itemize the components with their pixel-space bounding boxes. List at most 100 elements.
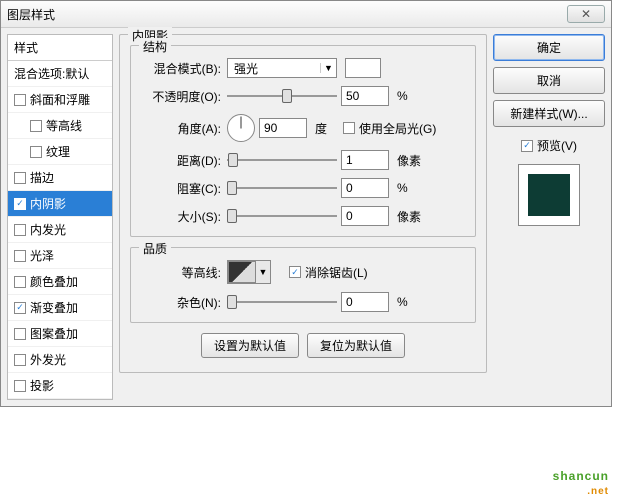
quality-title: 品质 — [139, 240, 171, 257]
style-item-label: 渐变叠加 — [30, 299, 78, 316]
style-item-7[interactable]: 颜色叠加 — [8, 269, 112, 295]
opacity-label: 不透明度(O): — [139, 88, 223, 105]
style-item-2[interactable]: 纹理 — [8, 139, 112, 165]
content-area: 样式 混合选项:默认 斜面和浮雕等高线纹理描边内阴影内发光光泽颜色叠加渐变叠加图… — [1, 28, 611, 406]
settings-panel: 内阴影 结构 混合模式(B): 强光 ▼ 不透明度(O): — [119, 34, 487, 400]
watermark: shancun.net — [553, 456, 609, 497]
preview-swatch — [528, 174, 570, 216]
angle-dial[interactable] — [227, 114, 255, 142]
blend-mode-select[interactable]: 强光 ▼ — [227, 58, 337, 78]
layer-style-dialog: 图层样式 ✕ 样式 混合选项:默认 斜面和浮雕等高线纹理描边内阴影内发光光泽颜色… — [0, 0, 612, 407]
chevron-down-icon: ▼ — [256, 261, 270, 283]
antialias-checkbox[interactable] — [289, 266, 301, 278]
choke-unit: % — [397, 181, 408, 195]
antialias-label: 消除锯齿(L) — [305, 264, 368, 281]
style-item-checkbox[interactable] — [14, 172, 26, 184]
style-item-4[interactable]: 内阴影 — [8, 191, 112, 217]
size-unit: 像素 — [397, 208, 421, 225]
noise-unit: % — [397, 295, 408, 309]
blend-options-label: 混合选项:默认 — [14, 65, 89, 82]
blend-mode-value: 强光 — [228, 60, 320, 77]
new-style-button[interactable]: 新建样式(W)... — [493, 100, 605, 127]
action-panel: 确定 取消 新建样式(W)... 预览(V) — [493, 34, 605, 400]
choke-label: 阻塞(C): — [139, 180, 223, 197]
style-item-11[interactable]: 投影 — [8, 373, 112, 399]
close-icon: ✕ — [581, 7, 591, 21]
style-item-1[interactable]: 等高线 — [8, 113, 112, 139]
choke-input[interactable]: 0 — [341, 178, 389, 198]
opacity-unit: % — [397, 89, 408, 103]
blend-mode-label: 混合模式(B): — [139, 60, 223, 77]
style-item-label: 图案叠加 — [30, 325, 78, 342]
global-light-checkbox[interactable] — [343, 122, 355, 134]
global-light-label: 使用全局光(G) — [359, 120, 436, 137]
choke-slider[interactable] — [227, 181, 337, 195]
close-button[interactable]: ✕ — [567, 5, 605, 23]
style-item-label: 纹理 — [46, 143, 70, 160]
distance-input[interactable]: 1 — [341, 150, 389, 170]
style-item-label: 投影 — [30, 377, 54, 394]
cancel-button[interactable]: 取消 — [493, 67, 605, 94]
chevron-down-icon: ▼ — [320, 63, 336, 73]
contour-picker[interactable]: ▼ — [227, 260, 271, 284]
style-item-label: 外发光 — [30, 351, 66, 368]
preview-label: 预览(V) — [537, 137, 577, 154]
style-list-panel: 样式 混合选项:默认 斜面和浮雕等高线纹理描边内阴影内发光光泽颜色叠加渐变叠加图… — [7, 34, 113, 400]
noise-label: 杂色(N): — [139, 294, 223, 311]
style-item-label: 颜色叠加 — [30, 273, 78, 290]
style-item-checkbox[interactable] — [14, 302, 26, 314]
set-default-button[interactable]: 设置为默认值 — [201, 333, 299, 358]
angle-input[interactable]: 90 — [259, 118, 307, 138]
size-input[interactable]: 0 — [341, 206, 389, 226]
style-item-label: 内发光 — [30, 221, 66, 238]
style-item-checkbox[interactable] — [14, 94, 26, 106]
style-item-8[interactable]: 渐变叠加 — [8, 295, 112, 321]
structure-title: 结构 — [139, 38, 171, 55]
style-item-checkbox[interactable] — [14, 354, 26, 366]
structure-group: 结构 混合模式(B): 强光 ▼ 不透明度(O): 50 % — [130, 45, 476, 237]
style-item-checkbox[interactable] — [30, 120, 42, 132]
style-item-label: 描边 — [30, 169, 54, 186]
noise-slider[interactable] — [227, 295, 337, 309]
preview-thumbnail — [518, 164, 580, 226]
reset-default-button[interactable]: 复位为默认值 — [307, 333, 405, 358]
inner-shadow-group: 内阴影 结构 混合模式(B): 强光 ▼ 不透明度(O): — [119, 34, 487, 373]
style-item-checkbox[interactable] — [30, 146, 42, 158]
size-label: 大小(S): — [139, 208, 223, 225]
window-title: 图层样式 — [7, 6, 55, 23]
contour-label: 等高线: — [139, 264, 223, 281]
distance-unit: 像素 — [397, 152, 421, 169]
contour-icon — [228, 261, 256, 283]
size-slider[interactable] — [227, 209, 337, 223]
style-item-3[interactable]: 描边 — [8, 165, 112, 191]
opacity-slider[interactable] — [227, 89, 337, 103]
style-item-checkbox[interactable] — [14, 224, 26, 236]
angle-label: 角度(A): — [139, 120, 223, 137]
quality-group: 品质 等高线: ▼ 消除锯齿(L) 杂色(N): — [130, 247, 476, 323]
style-item-label: 等高线 — [46, 117, 82, 134]
blend-options-item[interactable]: 混合选项:默认 — [8, 61, 112, 87]
style-list-header: 样式 — [8, 35, 112, 61]
titlebar: 图层样式 ✕ — [1, 1, 611, 28]
style-item-checkbox[interactable] — [14, 328, 26, 340]
distance-slider[interactable] — [227, 153, 337, 167]
opacity-input[interactable]: 50 — [341, 86, 389, 106]
preview-checkbox[interactable] — [521, 140, 533, 152]
style-item-9[interactable]: 图案叠加 — [8, 321, 112, 347]
style-item-checkbox[interactable] — [14, 276, 26, 288]
noise-input[interactable]: 0 — [341, 292, 389, 312]
style-item-10[interactable]: 外发光 — [8, 347, 112, 373]
style-item-checkbox[interactable] — [14, 198, 26, 210]
blend-color-swatch[interactable] — [345, 58, 381, 78]
style-item-6[interactable]: 光泽 — [8, 243, 112, 269]
style-item-label: 内阴影 — [30, 195, 66, 212]
style-item-label: 斜面和浮雕 — [30, 91, 90, 108]
style-item-0[interactable]: 斜面和浮雕 — [8, 87, 112, 113]
style-item-label: 光泽 — [30, 247, 54, 264]
style-item-5[interactable]: 内发光 — [8, 217, 112, 243]
angle-unit: 度 — [315, 120, 327, 137]
ok-button[interactable]: 确定 — [493, 34, 605, 61]
style-item-checkbox[interactable] — [14, 250, 26, 262]
style-item-checkbox[interactable] — [14, 380, 26, 392]
distance-label: 距离(D): — [139, 152, 223, 169]
